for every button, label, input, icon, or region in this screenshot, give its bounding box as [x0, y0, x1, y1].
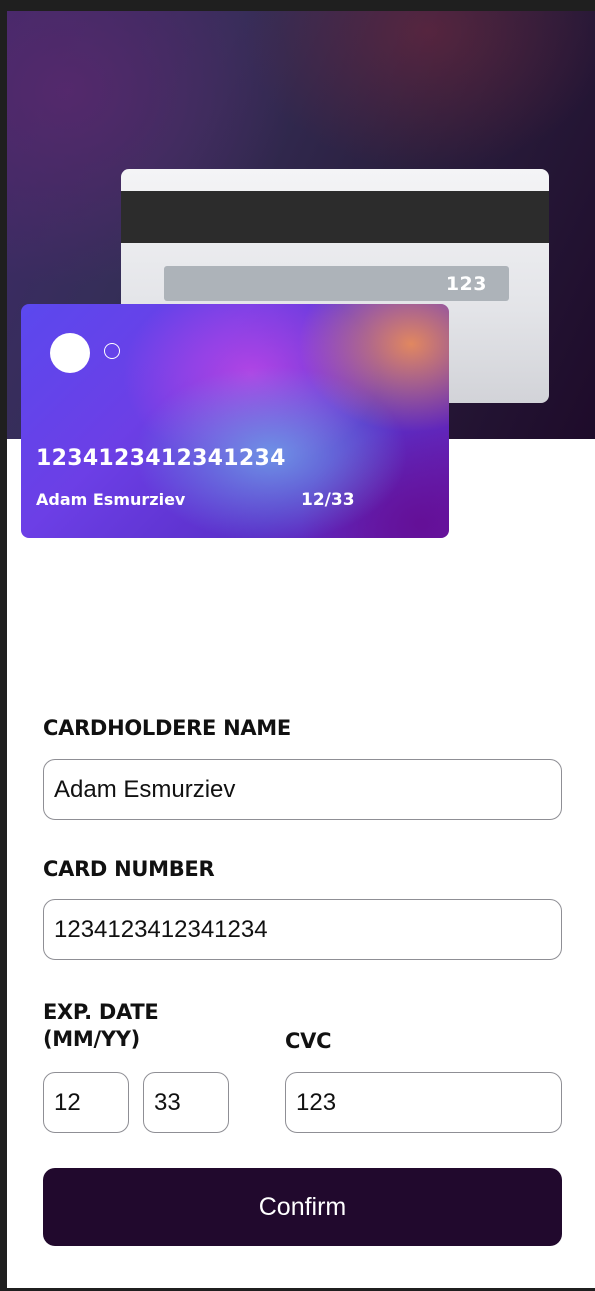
cardholder-name-label: CARDHOLDERE NAME [43, 716, 291, 740]
page-frame: 123 1234123412341234 Adam Esmurziev 12/3… [7, 11, 595, 1288]
card-number-label: CARD NUMBER [43, 857, 215, 881]
card-front-name: Adam Esmurziev [36, 490, 186, 509]
card-logo-circle-outline-icon [104, 343, 120, 359]
card-front-expiry: 12/33 [301, 490, 355, 510]
confirm-button[interactable]: Confirm [43, 1168, 562, 1246]
cardholder-name-input[interactable] [43, 759, 562, 820]
card-logo-circle-filled-icon [50, 333, 90, 373]
magnetic-stripe [121, 191, 549, 243]
cvc-input[interactable] [285, 1072, 562, 1133]
exp-month-input[interactable] [43, 1072, 129, 1133]
cvc-label: CVC [285, 1029, 332, 1053]
signature-strip: 123 [164, 266, 509, 301]
exp-date-label-line1: EXP. DATE [43, 1000, 159, 1024]
exp-date-label-line2: (MM/YY) [43, 1027, 140, 1051]
exp-year-input[interactable] [143, 1072, 229, 1133]
card-back-cvc: 123 [445, 273, 487, 295]
card-front-number: 1234123412341234 [36, 446, 286, 471]
card-front: 1234123412341234 Adam Esmurziev 12/33 [21, 304, 449, 538]
exp-date-label: EXP. DATE (MM/YY) [43, 999, 159, 1053]
card-number-input[interactable] [43, 899, 562, 960]
